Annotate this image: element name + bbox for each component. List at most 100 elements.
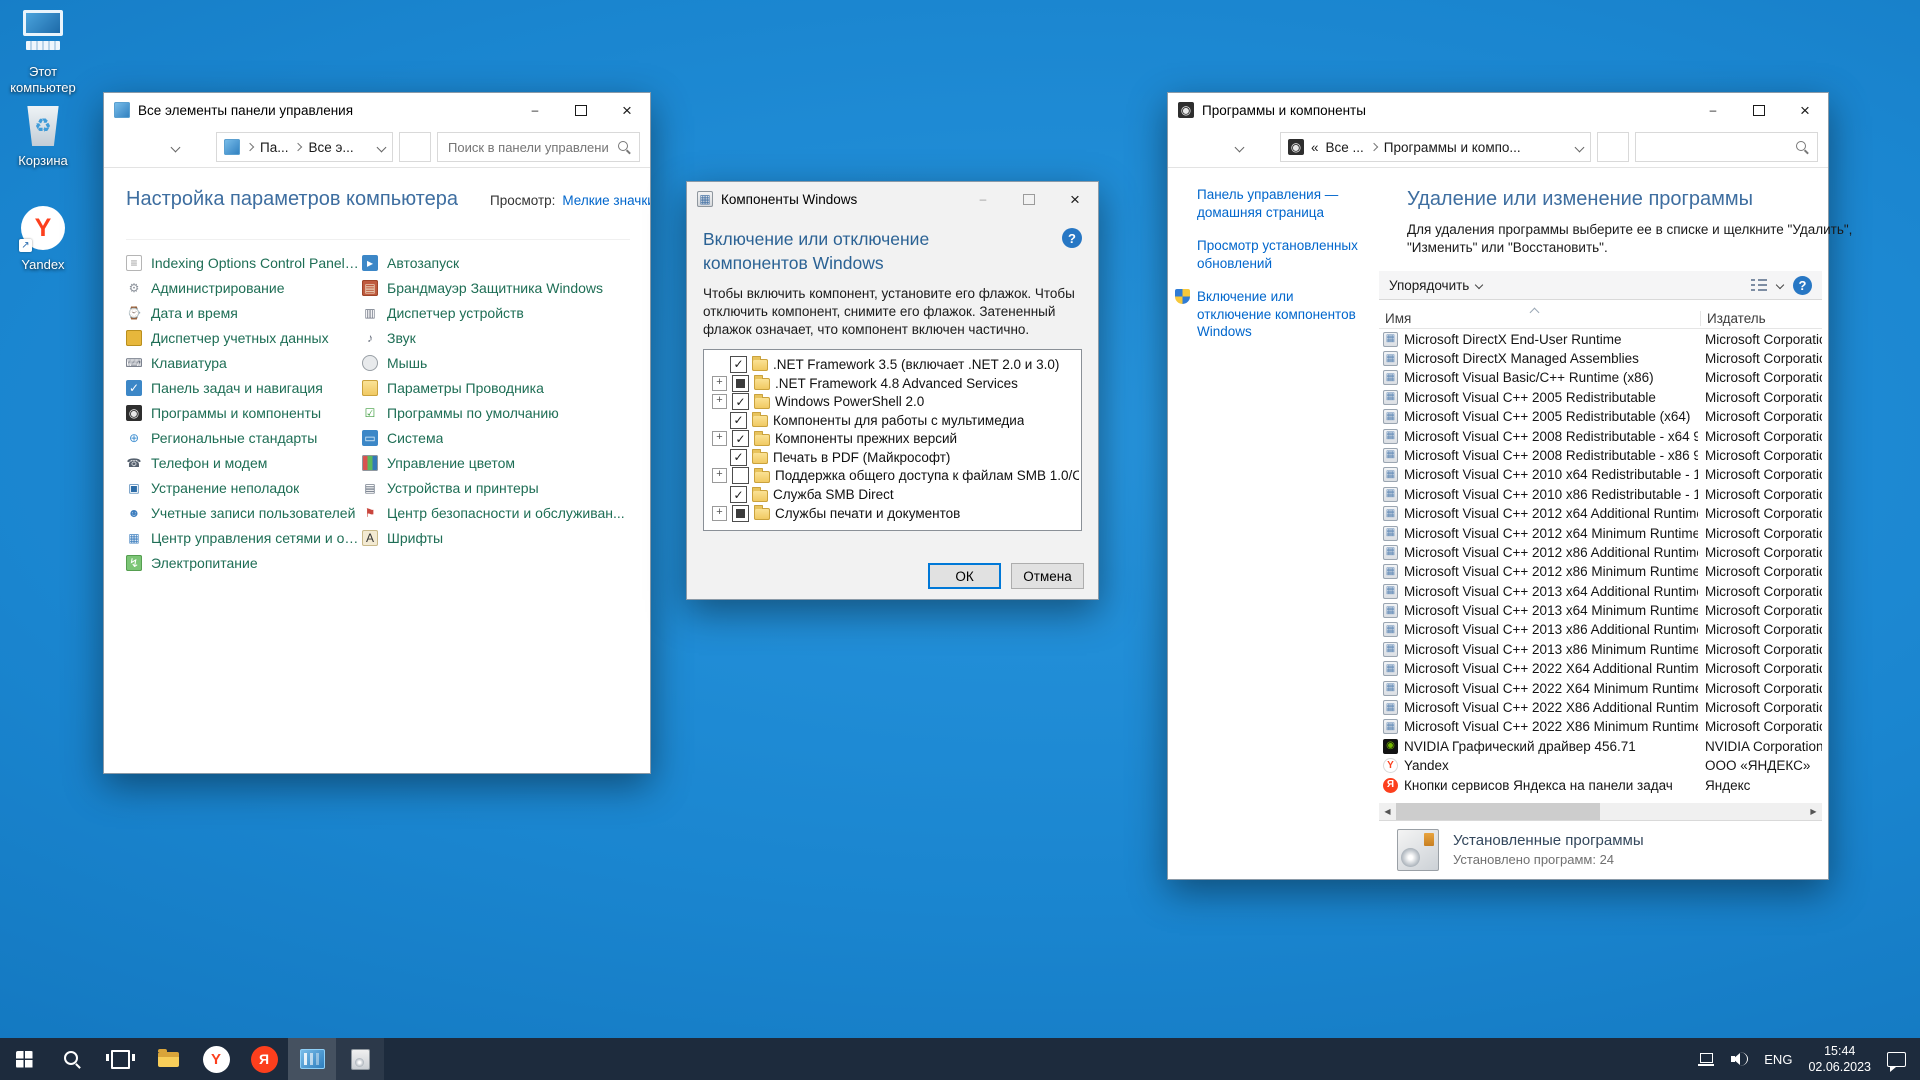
programs-features-button[interactable]: [336, 1038, 384, 1080]
file-explorer-button[interactable]: [144, 1038, 192, 1080]
windows-feature-row[interactable]: ✓.NET Framework 3.5 (включает .NET 2.0 и…: [706, 355, 1079, 374]
feature-checkbox[interactable]: ✓: [732, 393, 749, 410]
program-row[interactable]: ▦Microsoft Visual C++ 2005 Redistributab…: [1379, 388, 1822, 407]
windows-feature-row[interactable]: +✓Windows PowerShell 2.0: [706, 392, 1079, 411]
address-dropdown-icon[interactable]: [1575, 142, 1585, 152]
breadcrumb-item[interactable]: Па...: [260, 140, 288, 155]
column-header-name[interactable]: Имя: [1379, 311, 1700, 326]
chevron-down-icon[interactable]: [1776, 281, 1784, 289]
network-icon[interactable]: [1698, 1053, 1715, 1066]
yandex-app-button[interactable]: Я: [240, 1038, 288, 1080]
view-selector[interactable]: Мелкие значки: [562, 193, 650, 208]
program-row[interactable]: ▦Microsoft Visual C++ 2012 x64 Minimum R…: [1379, 523, 1822, 542]
task-view-button[interactable]: [96, 1038, 144, 1080]
program-row[interactable]: ▦Microsoft Visual C++ 2022 X86 Additiona…: [1379, 698, 1822, 717]
control-panel-item[interactable]: ♪Звук: [362, 325, 630, 350]
feature-checkbox[interactable]: ✓: [730, 356, 747, 373]
control-panel-item[interactable]: ≡Indexing Options Control Panel (32 ...: [126, 250, 362, 275]
control-panel-item[interactable]: ☑Программы по умолчанию: [362, 400, 630, 425]
windows-feature-row[interactable]: ✓Печать в PDF (Майкрософт): [706, 448, 1079, 467]
feature-checkbox[interactable]: ✓: [730, 412, 747, 429]
control-panel-item[interactable]: ☻Учетные записи пользователей: [126, 500, 362, 525]
breadcrumb-item[interactable]: Все ...: [1326, 140, 1364, 155]
column-header-publisher[interactable]: Издатель: [1700, 311, 1822, 326]
feature-checkbox[interactable]: ✓: [732, 430, 749, 447]
sidebar-item-installed-updates[interactable]: Просмотр установленных обновлений: [1174, 237, 1365, 272]
scroll-right-arrow[interactable]: ▶: [1805, 807, 1822, 816]
address-dropdown-icon[interactable]: [377, 142, 387, 152]
desktop-icon-this-pc[interactable]: Этот компьютер: [2, 10, 84, 95]
feature-checkbox[interactable]: [732, 505, 749, 522]
refresh-button[interactable]: [1597, 132, 1629, 162]
yandex-browser-button[interactable]: Y: [192, 1038, 240, 1080]
refresh-button[interactable]: [399, 132, 431, 162]
expander-icon[interactable]: +: [712, 431, 727, 446]
maximize-button[interactable]: [1006, 182, 1052, 216]
program-row[interactable]: ▦Microsoft DirectX Managed AssembliesMic…: [1379, 349, 1822, 368]
program-row[interactable]: ◉NVIDIA Графический драйвер 456.71NVIDIA…: [1379, 737, 1822, 756]
close-button[interactable]: ×: [1782, 93, 1828, 127]
windows-feature-row[interactable]: +Поддержка общего доступа к файлам SMB 1…: [706, 467, 1079, 486]
minimize-button[interactable]: –: [1690, 93, 1736, 127]
control-panel-item[interactable]: ▤Устройства и принтеры: [362, 475, 630, 500]
program-row[interactable]: ▦Microsoft Visual C++ 2012 x64 Additiona…: [1379, 504, 1822, 523]
desktop-icon-recycle-bin[interactable]: ♻Корзина: [2, 106, 84, 169]
control-panel-item[interactable]: ☎Телефон и модем: [126, 450, 362, 475]
control-panel-item[interactable]: ▦Центр управления сетями и общи...: [126, 525, 362, 550]
program-row[interactable]: ▦Microsoft Visual C++ 2012 x86 Additiona…: [1379, 543, 1822, 562]
list-view-icon[interactable]: [1751, 279, 1767, 291]
search-input[interactable]: [1644, 139, 1789, 156]
control-panel-item[interactable]: ⊕Региональные стандарты: [126, 425, 362, 450]
breadcrumb-item[interactable]: Программы и компо...: [1384, 140, 1521, 155]
program-row[interactable]: ▦Microsoft Visual C++ 2022 X64 Minimum R…: [1379, 678, 1822, 697]
program-row[interactable]: ▦Microsoft Visual C++ 2013 x86 Additiona…: [1379, 620, 1822, 639]
control-panel-item[interactable]: ⚑Центр безопасности и обслуживан...: [362, 500, 630, 525]
windows-feature-row[interactable]: ✓Компоненты для работы с мультимедиа: [706, 411, 1079, 430]
program-row[interactable]: YYandexООО «ЯНДЕКС»: [1379, 756, 1822, 775]
program-row[interactable]: ЯКнопки сервисов Яндекса на панели задач…: [1379, 775, 1822, 794]
program-row[interactable]: ▦Microsoft DirectX End-User RuntimeMicro…: [1379, 329, 1822, 348]
cancel-button[interactable]: Отмена: [1011, 563, 1084, 589]
control-panel-item[interactable]: ⌚Дата и время: [126, 300, 362, 325]
control-panel-item[interactable]: Управление цветом: [362, 450, 630, 475]
program-row[interactable]: ▦Microsoft Visual C++ 2010 x86 Redistrib…: [1379, 485, 1822, 504]
clock[interactable]: 15:44 02.06.2023: [1808, 1043, 1871, 1076]
control-panel-item[interactable]: ▣Устранение неполадок: [126, 475, 362, 500]
feature-checkbox[interactable]: [732, 375, 749, 392]
control-panel-item[interactable]: ⚙Администрирование: [126, 275, 362, 300]
control-panel-item[interactable]: ▤Брандмауэр Защитника Windows: [362, 275, 630, 300]
maximize-button[interactable]: [558, 93, 604, 127]
search-input[interactable]: [446, 139, 611, 156]
program-row[interactable]: ▦Microsoft Visual C++ 2013 x64 Additiona…: [1379, 582, 1822, 601]
feature-checkbox[interactable]: ✓: [730, 449, 747, 466]
history-chevron-icon[interactable]: [1235, 142, 1245, 152]
program-row[interactable]: ▦Microsoft Visual Basic/C++ Runtime (x86…: [1379, 368, 1822, 387]
control-panel-item[interactable]: ✓Панель задач и навигация: [126, 375, 362, 400]
volume-icon[interactable]: [1731, 1052, 1748, 1066]
sidebar-item-control-panel-home[interactable]: Панель управления — домашняя страница: [1174, 186, 1365, 221]
windows-feature-row[interactable]: +.NET Framework 4.8 Advanced Services: [706, 374, 1079, 393]
scrollbar-thumb[interactable]: [1396, 803, 1600, 820]
control-panel-item[interactable]: ▸Автозапуск: [362, 250, 630, 275]
control-panel-item[interactable]: Параметры Проводника: [362, 375, 630, 400]
control-panel-item[interactable]: Диспетчер учетных данных: [126, 325, 362, 350]
expander-icon[interactable]: +: [712, 468, 727, 483]
search-button[interactable]: [48, 1038, 96, 1080]
program-row[interactable]: ▦Microsoft Visual C++ 2012 x86 Minimum R…: [1379, 562, 1822, 581]
program-row[interactable]: ▦Microsoft Visual C++ 2013 x86 Minimum R…: [1379, 640, 1822, 659]
expander-icon[interactable]: +: [712, 394, 727, 409]
windows-feature-row[interactable]: +✓Компоненты прежних версий: [706, 429, 1079, 448]
control-panel-item[interactable]: ▭Система: [362, 425, 630, 450]
close-button[interactable]: ×: [1052, 182, 1098, 216]
start-button[interactable]: [0, 1038, 48, 1080]
program-row[interactable]: ▦Microsoft Visual C++ 2010 x64 Redistrib…: [1379, 465, 1822, 484]
minimize-button[interactable]: –: [512, 93, 558, 127]
windows-feature-row[interactable]: ✓Служба SMB Direct: [706, 485, 1079, 504]
ok-button[interactable]: ОК: [928, 563, 1001, 589]
windows-feature-row[interactable]: +Службы печати и документов: [706, 504, 1079, 523]
close-button[interactable]: ×: [604, 93, 650, 127]
organize-button[interactable]: Упорядочить: [1389, 278, 1469, 293]
program-row[interactable]: ▦Microsoft Visual C++ 2022 X64 Additiona…: [1379, 659, 1822, 678]
history-chevron-icon[interactable]: [171, 142, 181, 152]
program-row[interactable]: ▦Microsoft Visual C++ 2008 Redistributab…: [1379, 446, 1822, 465]
